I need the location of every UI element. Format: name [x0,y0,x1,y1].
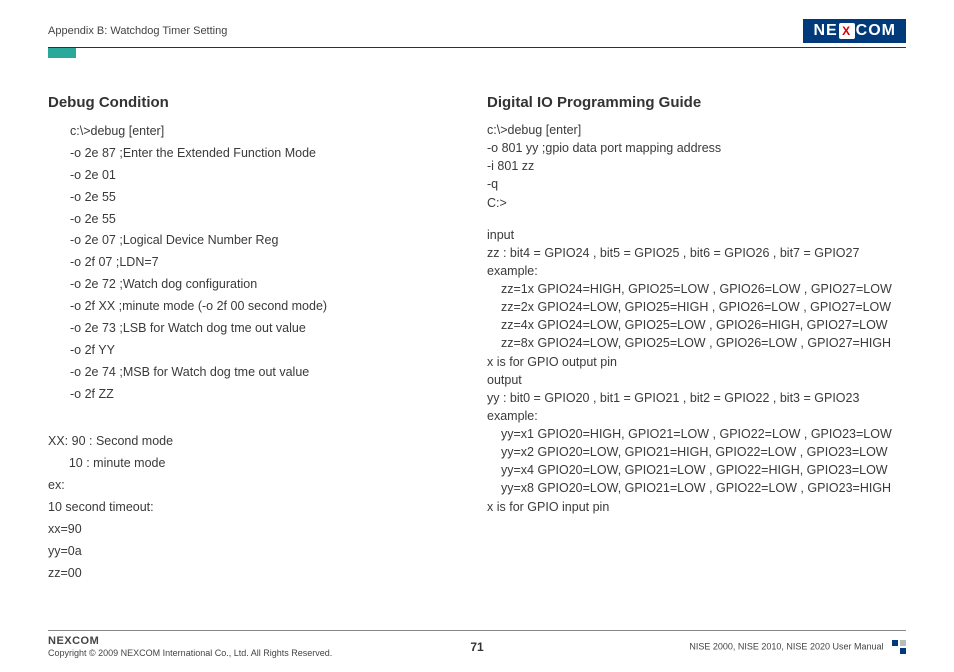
code-line: c:\>debug [enter] [487,121,906,139]
debug-notes-block: XX: 90 : Second mode 10 : minute mode ex… [48,431,467,584]
note-line: 10 : minute mode [48,453,467,475]
x-input-note: x is for GPIO input pin [487,498,906,516]
page-number: 71 [470,640,483,654]
debug-condition-heading: Debug Condition [48,94,467,111]
note-line: ex: [48,475,467,497]
logo-text-post: COM [856,22,896,40]
example-line: yy=x1 GPIO20=HIGH, GPIO21=LOW , GPIO22=L… [501,425,906,443]
debug-commands-block: c:\>debug [enter] -o 2e 87 ;Enter the Ex… [48,121,467,405]
yy-definition: yy : bit0 = GPIO20 , bit1 = GPIO21 , bit… [487,389,906,407]
example-line: yy=x2 GPIO20=LOW, GPIO21=HIGH, GPIO22=LO… [501,443,906,461]
zz-examples: zz=1x GPIO24=HIGH, GPIO25=LOW , GPIO26=L… [487,280,906,353]
code-line: -o 801 yy ;gpio data port mapping addres… [487,139,906,157]
code-line: -o 2e 55 [70,187,467,209]
content-columns: Debug Condition c:\>debug [enter] -o 2e … [48,94,906,585]
digital-io-commands: c:\>debug [enter] -o 801 yy ;gpio data p… [487,121,906,212]
example-label: example: [487,262,906,280]
code-line: -q [487,175,906,193]
nexcom-logo: NEXCOM [803,19,906,43]
output-label: output [487,371,906,389]
example-line: yy=x8 GPIO20=LOW, GPIO21=LOW , GPIO22=LO… [501,479,906,497]
footer-logo: NEXCOM [48,635,332,647]
example-label: example: [487,407,906,425]
code-line: -o 2e 87 ;Enter the Extended Function Mo… [70,143,467,165]
zz-definition: zz : bit4 = GPIO24 , bit5 = GPIO25 , bit… [487,244,906,262]
logo-x-icon: X [839,23,855,39]
example-line: zz=2x GPIO24=LOW, GPIO25=HIGH , GPIO26=L… [501,298,906,316]
note-line: xx=90 [48,519,467,541]
code-line: c:\>debug [enter] [70,121,467,143]
right-column: Digital IO Programming Guide c:\>debug [… [487,94,906,585]
code-line: -i 801 zz [487,157,906,175]
example-line: zz=1x GPIO24=HIGH, GPIO25=LOW , GPIO26=L… [501,280,906,298]
note-line: zz=00 [48,563,467,585]
code-line: -o 2e 01 [70,165,467,187]
footer-left: NEXCOM Copyright © 2009 NEXCOM Internati… [48,635,332,658]
page-footer: NEXCOM Copyright © 2009 NEXCOM Internati… [48,630,906,658]
code-line: -o 2e 55 [70,209,467,231]
note-line: XX: 90 : Second mode [48,431,467,453]
teal-tab-decoration [48,48,76,58]
note-line: 10 second timeout: [48,497,467,519]
code-line: C:> [487,194,906,212]
example-line: zz=8x GPIO24=LOW, GPIO25=LOW , GPIO26=LO… [501,334,906,352]
digital-io-heading: Digital IO Programming Guide [487,94,906,111]
manual-title: NISE 2000, NISE 2010, NISE 2020 User Man… [689,641,883,651]
appendix-title: Appendix B: Watchdog Timer Setting [48,25,227,37]
yy-examples: yy=x1 GPIO20=HIGH, GPIO21=LOW , GPIO22=L… [487,425,906,498]
page-header: Appendix B: Watchdog Timer Setting NEXCO… [48,18,906,48]
example-line: yy=x4 GPIO20=LOW, GPIO21=LOW , GPIO22=HI… [501,461,906,479]
left-column: Debug Condition c:\>debug [enter] -o 2e … [48,94,467,585]
code-line: -o 2f YY [70,340,467,362]
footer-squares-icon [892,640,906,654]
code-line: -o 2f ZZ [70,384,467,406]
code-line: -o 2e 74 ;MSB for Watch dog tme out valu… [70,362,467,384]
code-line: -o 2e 72 ;Watch dog configuration [70,274,467,296]
logo-text-pre: NE [813,22,837,40]
footer-right: NISE 2000, NISE 2010, NISE 2020 User Man… [689,640,906,654]
code-line: -o 2e 73 ;LSB for Watch dog tme out valu… [70,318,467,340]
code-line: -o 2f XX ;minute mode (-o 2f 00 second m… [70,296,467,318]
copyright-text: Copyright © 2009 NEXCOM International Co… [48,648,332,658]
code-line: -o 2f 07 ;LDN=7 [70,252,467,274]
code-line: -o 2e 07 ;Logical Device Number Reg [70,230,467,252]
example-line: zz=4x GPIO24=LOW, GPIO25=LOW , GPIO26=HI… [501,316,906,334]
x-output-note: x is for GPIO output pin [487,353,906,371]
note-line: yy=0a [48,541,467,563]
input-label: input [487,226,906,244]
